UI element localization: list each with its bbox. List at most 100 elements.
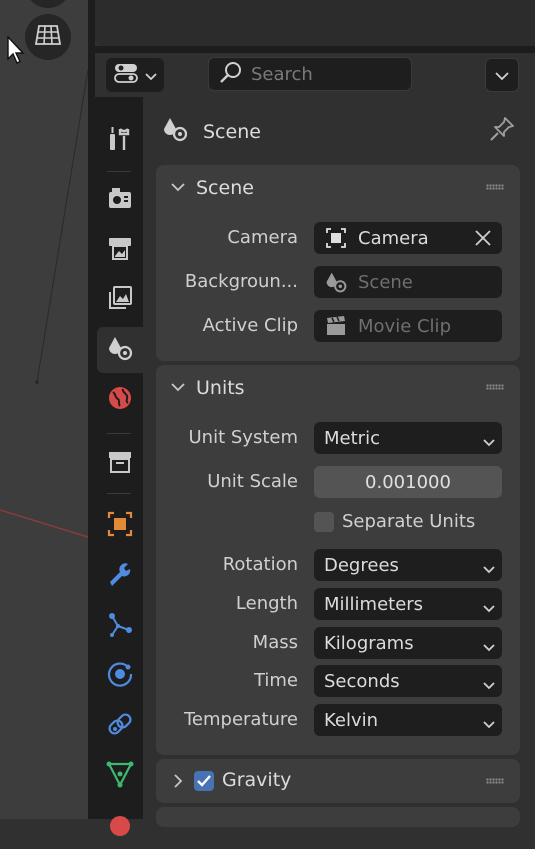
- active-clip-field[interactable]: Movie Clip: [314, 310, 502, 342]
- units-panel-header[interactable]: Units: [156, 365, 520, 411]
- tab-physics[interactable]: [97, 653, 143, 699]
- checkmark-icon: [197, 775, 211, 787]
- separate-units-checkbox[interactable]: [314, 511, 334, 532]
- background-scene-field[interactable]: Scene: [314, 266, 502, 298]
- camera-field[interactable]: Camera: [314, 222, 502, 254]
- gravity-panel: Gravity: [156, 759, 520, 803]
- temperature-label: Temperature: [183, 709, 298, 730]
- chevron-down-icon: [482, 714, 496, 735]
- length-value: Millimeters: [324, 593, 424, 615]
- tab-divider: [107, 171, 131, 172]
- units-panel: Units Unit System Metric Unit Scale 0.00…: [156, 365, 520, 755]
- search-icon: [219, 60, 243, 89]
- tab-modifiers[interactable]: [97, 553, 143, 599]
- gravity-checkbox[interactable]: [194, 771, 214, 791]
- scene-panel: Scene Camera Camera Backgroun... Scene A…: [156, 165, 520, 361]
- editor-type-button[interactable]: [106, 58, 164, 92]
- material-icon: [106, 810, 134, 843]
- close-icon[interactable]: [474, 229, 492, 252]
- options-dropdown-button[interactable]: [485, 58, 519, 92]
- context-breadcrumb: Scene: [161, 115, 261, 148]
- object-icon: [106, 510, 134, 543]
- tab-material[interactable]: [97, 803, 143, 849]
- length-dropdown[interactable]: Millimeters: [314, 588, 502, 620]
- drag-handle-icon[interactable]: [486, 384, 504, 390]
- active-clip-placeholder: Movie Clip: [358, 315, 451, 337]
- chevron-right-icon: [172, 773, 184, 794]
- mass-label: Mass: [252, 632, 298, 653]
- panel-title: Scene: [196, 177, 254, 199]
- tab-particles[interactable]: [97, 603, 143, 649]
- tool-icon: [106, 124, 134, 157]
- rotation-value: Degrees: [324, 554, 399, 576]
- camera-object-icon: [324, 226, 348, 250]
- tab-render[interactable]: [97, 177, 143, 223]
- unit-scale-label: Unit Scale: [207, 471, 298, 492]
- drag-handle-icon[interactable]: [486, 778, 504, 784]
- camera-label: Camera: [227, 227, 298, 248]
- tab-scene[interactable]: [97, 327, 143, 373]
- drag-handle-icon[interactable]: [486, 184, 504, 190]
- outliner-area[interactable]: [95, 0, 535, 46]
- area-separator[interactable]: [88, 0, 95, 819]
- scene-icon: [324, 270, 348, 294]
- temperature-dropdown[interactable]: Kelvin: [314, 704, 502, 736]
- chevron-down-icon: [482, 559, 496, 580]
- wrench-icon: [106, 560, 134, 593]
- mouse-cursor-icon: [6, 35, 26, 71]
- separate-units-checkbox-row[interactable]: Separate Units: [314, 511, 475, 532]
- rotation-label: Rotation: [222, 554, 298, 575]
- view-layer-icon: [106, 284, 134, 317]
- output-icon: [106, 234, 134, 267]
- constraint-icon: [106, 710, 134, 743]
- chevron-down-icon: [482, 598, 496, 619]
- time-value: Seconds: [324, 670, 400, 692]
- mesh-data-icon: [106, 760, 134, 793]
- scene-panel-header[interactable]: Scene: [156, 165, 520, 211]
- properties-editor-icon: [113, 61, 141, 90]
- tab-data[interactable]: [97, 753, 143, 799]
- background-placeholder: Scene: [358, 271, 413, 293]
- tab-tool[interactable]: [97, 117, 143, 163]
- length-label: Length: [235, 593, 298, 614]
- active-clip-label: Active Clip: [202, 315, 298, 336]
- mass-value: Kilograms: [324, 632, 414, 654]
- grid-icon: [34, 23, 62, 52]
- world-icon: [106, 384, 134, 417]
- unit-scale-field[interactable]: 0.001000: [314, 466, 502, 498]
- search-field[interactable]: [208, 57, 412, 91]
- tab-object[interactable]: [97, 503, 143, 549]
- viewport-3d[interactable]: [0, 0, 88, 819]
- unit-scale-value: 0.001000: [365, 471, 451, 493]
- context-label: Scene: [203, 120, 261, 143]
- tab-view-layer[interactable]: [97, 277, 143, 323]
- unit-system-label: Unit System: [188, 427, 299, 448]
- pin-icon[interactable]: [488, 115, 516, 148]
- grid-view-button[interactable]: [25, 14, 71, 60]
- time-dropdown[interactable]: Seconds: [314, 665, 502, 697]
- tab-collection[interactable]: [97, 441, 143, 487]
- scene-icon: [106, 334, 134, 367]
- chevron-down-icon: [170, 179, 186, 200]
- next-panel: [156, 807, 520, 827]
- chevron-down-icon: [145, 65, 157, 86]
- chevron-down-icon: [482, 675, 496, 696]
- tab-divider: [107, 493, 131, 494]
- tab-constraints[interactable]: [97, 703, 143, 749]
- tab-output[interactable]: [97, 227, 143, 273]
- mass-dropdown[interactable]: Kilograms: [314, 627, 502, 659]
- chevron-down-icon: [482, 637, 496, 658]
- search-input[interactable]: [251, 63, 401, 85]
- area-separator-horizontal[interactable]: [95, 46, 535, 53]
- viewport-lines: [0, 69, 88, 538]
- tab-world[interactable]: [97, 377, 143, 423]
- collection-icon: [106, 448, 134, 481]
- unit-system-dropdown[interactable]: Metric: [314, 422, 502, 454]
- scene-icon: [161, 115, 189, 148]
- temperature-value: Kelvin: [324, 709, 379, 731]
- rotation-dropdown[interactable]: Degrees: [314, 549, 502, 581]
- gravity-panel-header[interactable]: Gravity: [156, 759, 520, 803]
- background-label: Backgroun...: [184, 271, 298, 292]
- movie-clip-icon: [324, 314, 348, 338]
- properties-content: Scene Scene Camera Camera Backgroun... S…: [143, 97, 535, 827]
